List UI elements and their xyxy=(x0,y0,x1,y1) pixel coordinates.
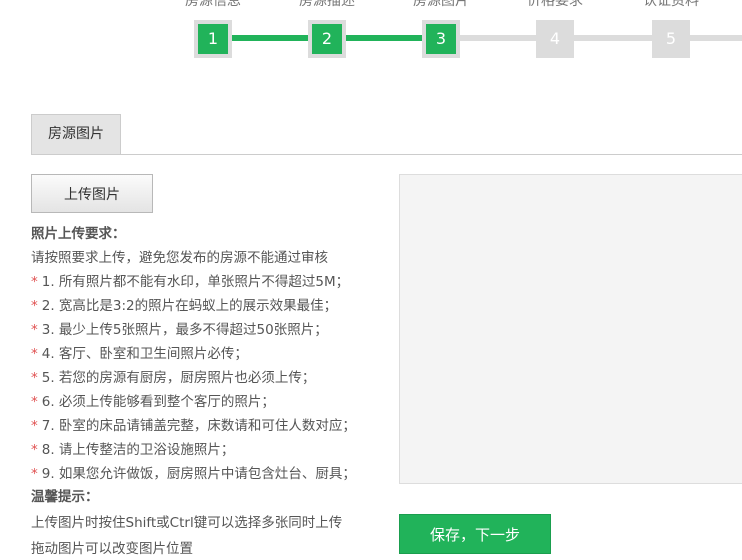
warm-tips: 温馨提示： 上传图片时按住Shift或Ctrl键可以选择多张同时上传 拖动图片可… xyxy=(31,485,381,560)
step-label: 房源图片 xyxy=(413,0,469,9)
required-star-icon: * xyxy=(31,274,38,290)
requirement-item: * 1. 所有照片都不能有水印，单张照片不得超过5M； xyxy=(31,270,381,294)
step-label: 房源信息 xyxy=(185,0,241,9)
step-label: 房源描述 xyxy=(299,0,355,9)
requirement-text: 5. 若您的房源有厨房，厨房照片也必须上传； xyxy=(41,370,316,386)
requirement-item: * 7. 卧室的床品请铺盖完整，床数请和可住人数对应； xyxy=(31,414,381,438)
tip-line: 拖动图片可以改变图片位置 xyxy=(31,541,193,557)
required-star-icon: * xyxy=(31,346,38,362)
requirement-item: * 8. 请上传整洁的卫浴设施照片； xyxy=(31,438,381,462)
required-star-icon: * xyxy=(31,418,38,434)
tab-bar: 房源图片 xyxy=(31,114,742,155)
requirement-text: 7. 卧室的床品请铺盖完整，床数请和可住人数对应； xyxy=(41,418,356,434)
step-number: 4 xyxy=(536,20,574,58)
tips-title: 温馨提示： xyxy=(31,489,99,505)
requirement-item: * 4. 客厅、卧室和卫生间照片必传； xyxy=(31,342,381,366)
step-label: 价格要求 xyxy=(527,0,583,9)
save-next-button[interactable]: 保存，下一步 xyxy=(399,514,551,554)
photo-drop-area[interactable] xyxy=(399,174,742,484)
photo-requirements: 照片上传要求： 请按照要求上传，避免您发布的房源不能通过审核 * 1. 所有照片都… xyxy=(31,222,381,486)
requirement-text: 3. 最少上传5张照片，最多不得超过50张照片； xyxy=(41,322,328,338)
requirement-item: * 3. 最少上传5张照片，最多不得超过50张照片； xyxy=(31,318,381,342)
requirement-item: * 2. 宽高比是3:2的照片在蚂蚁上的展示效果最佳； xyxy=(31,294,381,318)
step-number: 1 xyxy=(194,20,232,58)
requirement-text: 9. 如果您允许做饭，厨房照片中请包含灶台、厨具； xyxy=(41,466,356,482)
step-number: 3 xyxy=(422,20,460,58)
required-star-icon: * xyxy=(31,322,38,338)
step-number: 5 xyxy=(652,20,690,58)
requirement-text: 4. 客厅、卧室和卫生间照片必传； xyxy=(41,346,248,362)
requirement-text: 1. 所有照片都不能有水印，单张照片不得超过5M； xyxy=(41,274,350,290)
required-star-icon: * xyxy=(31,298,38,314)
requirement-text: 2. 宽高比是3:2的照片在蚂蚁上的展示效果最佳； xyxy=(41,298,338,314)
step-label: 认证资料 xyxy=(643,0,699,9)
required-star-icon: * xyxy=(31,370,38,386)
requirement-item: * 9. 如果您允许做饭，厨房照片中请包含灶台、厨具； xyxy=(31,462,381,486)
step-number: 2 xyxy=(308,20,346,58)
required-star-icon: * xyxy=(31,442,38,458)
requirement-item: * 6. 必须上传能够看到整个客厅的照片； xyxy=(31,390,381,414)
upload-photo-button[interactable]: 上传图片 xyxy=(31,174,153,213)
requirements-subtitle: 请按照要求上传，避免您发布的房源不能通过审核 xyxy=(31,250,328,266)
step-progress: 房源信息 1 房源描述 2 房源图片 3 价格要求 4 认证资料 5 xyxy=(0,0,742,70)
requirement-text: 8. 请上传整洁的卫浴设施照片； xyxy=(41,442,235,458)
tab-house-photos[interactable]: 房源图片 xyxy=(31,114,121,154)
requirements-title: 照片上传要求： xyxy=(31,226,126,242)
requirement-text: 6. 必须上传能够看到整个客厅的照片； xyxy=(41,394,275,410)
requirement-item: * 5. 若您的房源有厨房，厨房照片也必须上传； xyxy=(31,366,381,390)
required-star-icon: * xyxy=(31,394,38,410)
tip-line: 上传图片时按住Shift或Ctrl键可以选择多张同时上传 xyxy=(31,515,343,531)
required-star-icon: * xyxy=(31,466,38,482)
